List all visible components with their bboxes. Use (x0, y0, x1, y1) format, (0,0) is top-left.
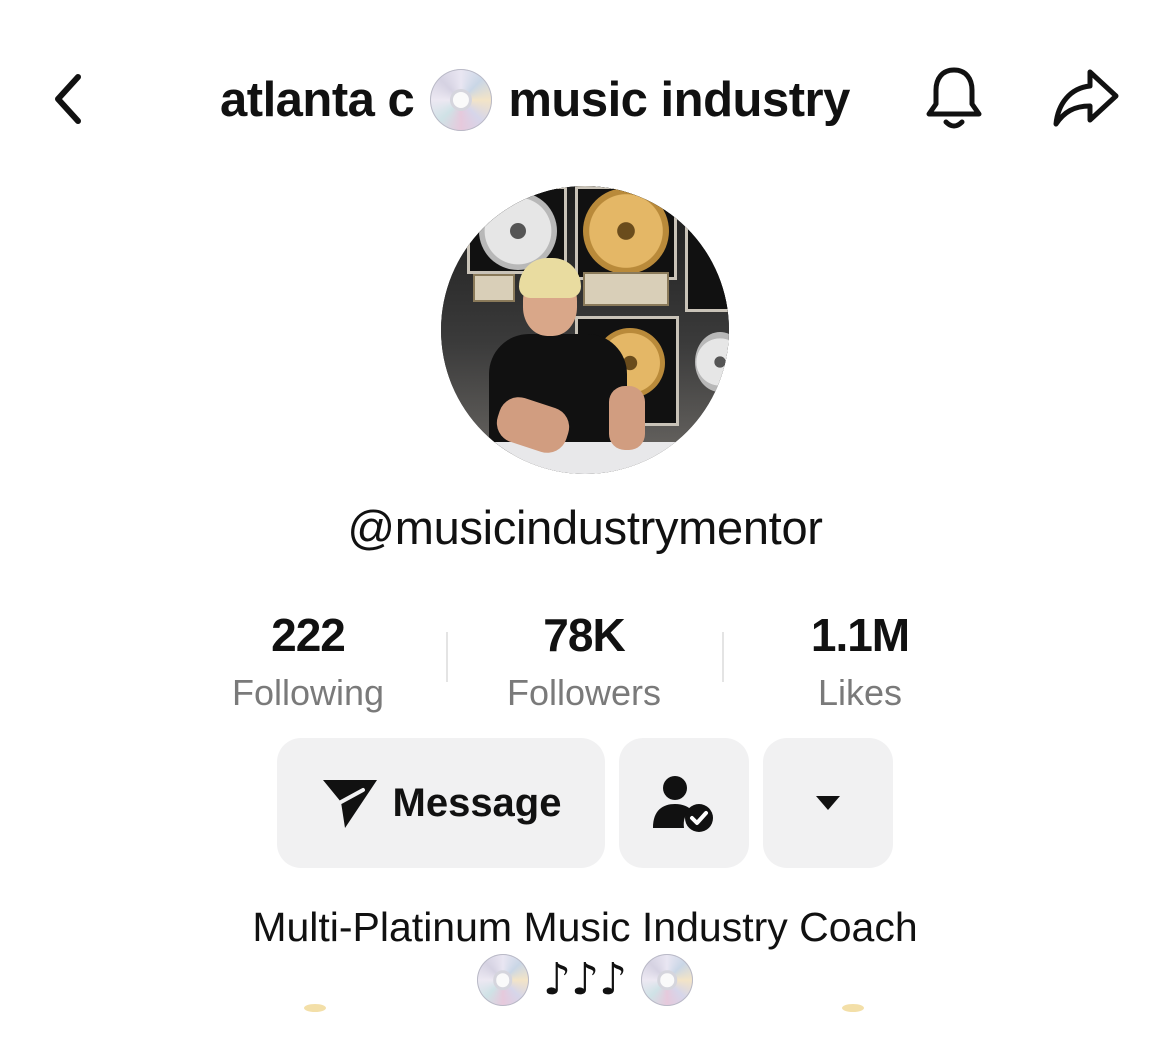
title-suffix: music industry (508, 73, 850, 127)
back-button[interactable] (38, 66, 98, 132)
record-decoration (583, 188, 669, 274)
top-bar: atlanta c music industry (0, 40, 1170, 160)
bio-emoji-line: ♪♪♪ (0, 954, 1170, 1006)
likes-label: Likes (817, 672, 903, 713)
sparkle-decoration (842, 1004, 864, 1012)
disc-icon (476, 954, 529, 1006)
message-label: Message (392, 780, 562, 825)
profile-handle: @musicindustrymentor (347, 501, 823, 554)
share-button[interactable] (1046, 62, 1126, 134)
share-arrow-icon (1053, 69, 1119, 127)
stat-divider (446, 632, 448, 682)
followers-label: Followers (506, 672, 662, 713)
bell-icon (926, 67, 982, 129)
avatar[interactable] (441, 186, 729, 474)
page-title: atlanta c music industry (220, 68, 850, 132)
person-check-icon (653, 776, 713, 832)
more-options-button[interactable] (763, 738, 893, 868)
title-prefix: atlanta c (220, 73, 415, 127)
caret-down-icon (816, 796, 840, 810)
likes-count: 1.1M (810, 609, 910, 661)
bio-text: Multi-Platinum Music Industry Coach (252, 904, 918, 950)
disc-icon (641, 954, 694, 1006)
following-label: Following (231, 672, 385, 713)
notifications-button[interactable] (918, 62, 990, 134)
stat-likes[interactable]: 1.1M Likes (750, 608, 970, 714)
send-icon (322, 780, 377, 828)
stat-divider (722, 632, 724, 682)
stat-followers[interactable]: 78K Followers (474, 608, 694, 714)
sparkle-decoration (304, 1004, 326, 1012)
disc-icon (430, 69, 493, 131)
chevron-left-icon (55, 74, 81, 124)
message-button[interactable]: Message (277, 738, 605, 868)
music-notes-icon: ♪♪♪ (542, 954, 628, 1005)
stat-following[interactable]: 222 Following (198, 608, 418, 714)
followers-count: 78K (543, 609, 625, 661)
following-status-button[interactable] (619, 738, 749, 868)
following-count: 222 (271, 609, 346, 661)
